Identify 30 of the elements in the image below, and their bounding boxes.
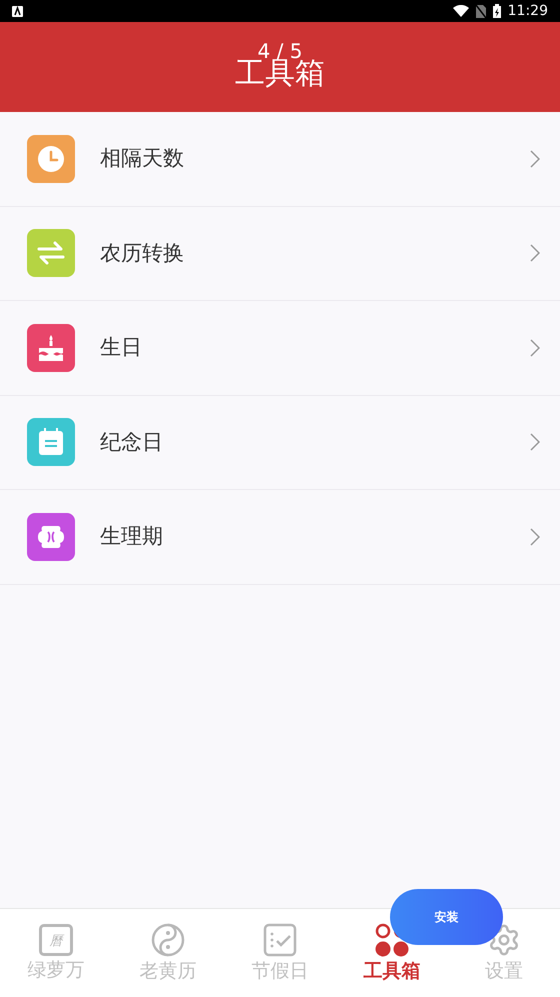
status-time: 11:29 [508,2,548,20]
tool-row[interactable]: 相隔天数 [0,112,560,206]
checklist-icon [263,922,297,957]
app-notification-icon [12,6,23,16]
battery-charging-icon [492,4,501,18]
tool-label: 纪念日 [100,428,163,456]
cake-icon [37,332,65,363]
chevron-right-icon [530,528,540,546]
chevron-right-icon [530,244,540,262]
calendar-icon [37,427,65,458]
tool-row[interactable]: 生日 [0,301,560,396]
tool-label: 生理期 [100,523,163,550]
tool-row[interactable]: 农历转换 [0,206,560,301]
tool-label: 生日 [100,334,142,361]
chevron-right-icon [530,338,540,357]
tool-row[interactable]: 生理期 [0,490,560,584]
tool-row[interactable]: 纪念日 [0,396,560,490]
no-sim-icon [476,4,486,18]
tool-label: 相隔天数 [100,145,184,172]
yin-yang-icon [151,922,185,957]
chevron-right-icon [530,150,540,168]
tool-label: 农历转换 [100,240,184,266]
swap-arrows-icon [36,240,66,266]
settings-icon [487,922,521,957]
install-toast[interactable]: 安装 [390,889,503,945]
chevron-right-icon [530,433,540,452]
page-title: 工具箱 [235,59,325,89]
clock-icon [36,144,66,174]
almanac-calendar-icon: 曆 [39,924,73,956]
wifi-icon [452,5,469,17]
